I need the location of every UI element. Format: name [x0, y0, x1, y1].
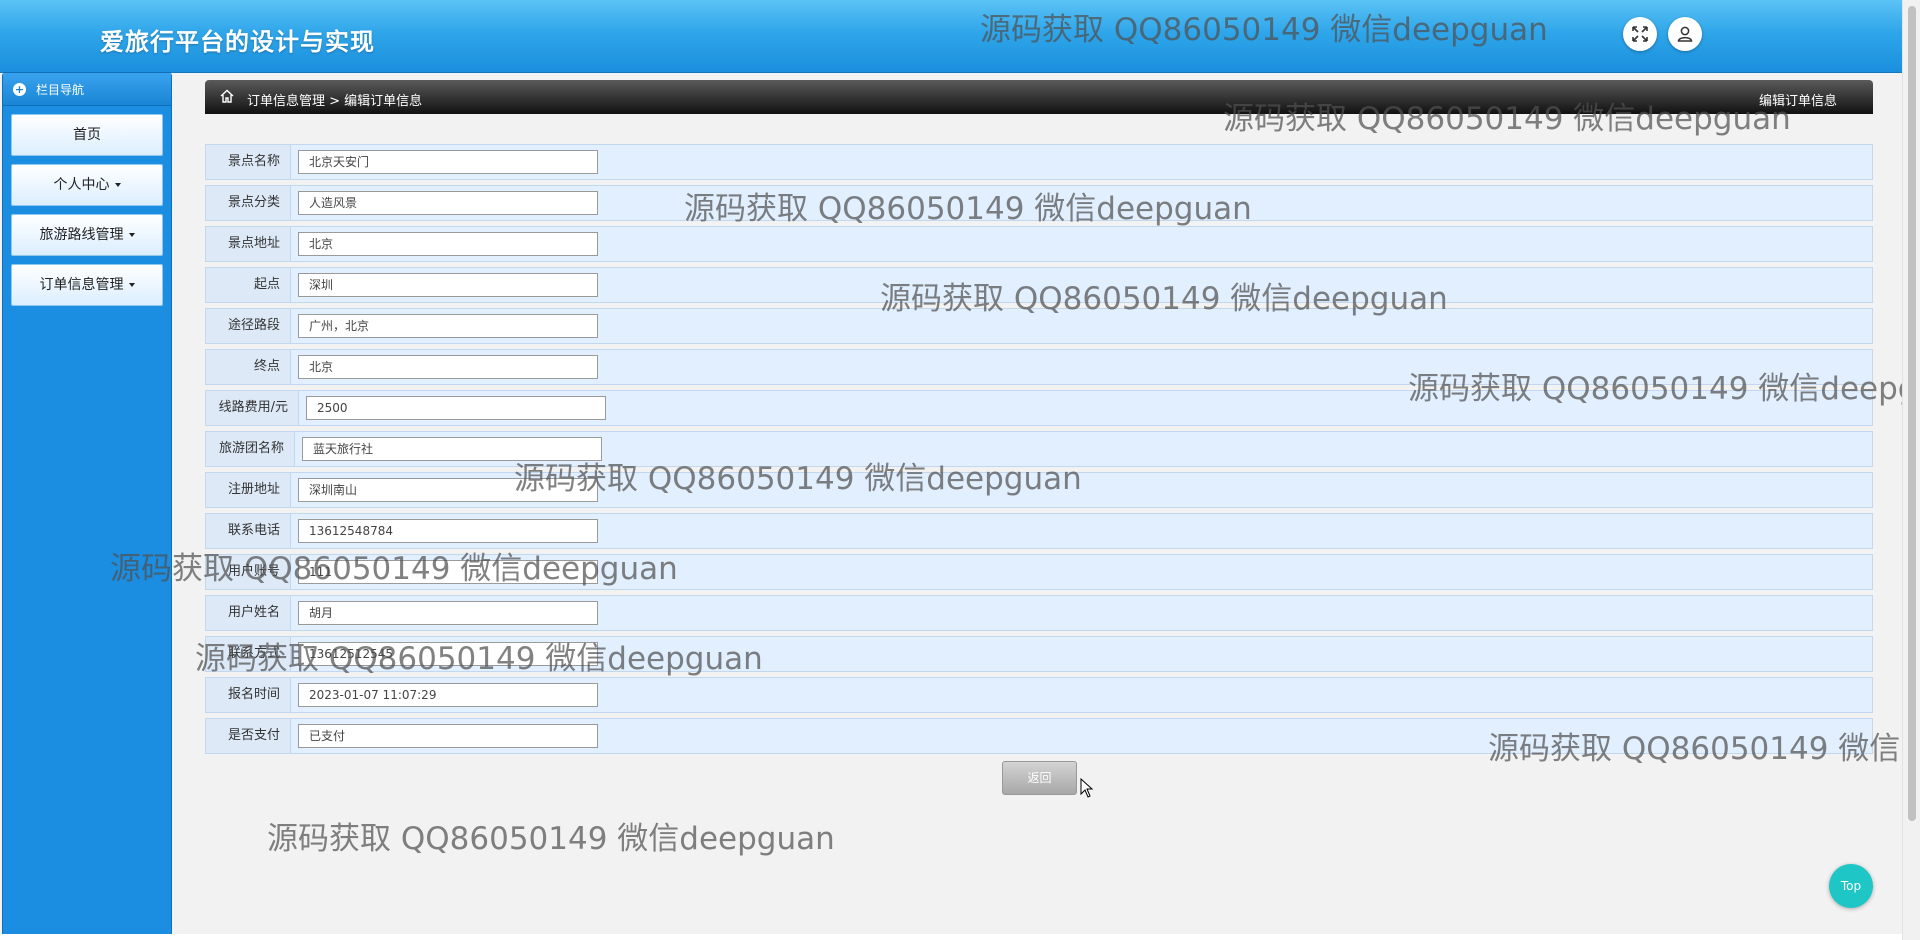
- field-label: 线路费用/元: [206, 391, 299, 425]
- watermark: 源码获取 QQ86050149 微信deepguan: [1223, 101, 1791, 137]
- bottom-edge: [0, 934, 1902, 940]
- app-title: 爱旅行平台的设计与实现: [100, 28, 375, 56]
- scenic-address-field[interactable]: 北京: [298, 232, 598, 256]
- field-label: 景点地址: [206, 227, 291, 261]
- field-label: 是否支付: [206, 719, 291, 753]
- back-to-top-button[interactable]: Top: [1829, 864, 1873, 908]
- sidebar-item-personal-center[interactable]: 个人中心: [11, 164, 163, 206]
- sidebar-header: + 栏目导航: [3, 73, 171, 106]
- field-label: 途径路段: [206, 309, 291, 343]
- field-label: 报名时间: [206, 678, 291, 712]
- user-name-field[interactable]: 胡月: [298, 601, 598, 625]
- watermark: 源码获取 QQ86050149 微信deepguan: [110, 551, 678, 587]
- scenic-category-field[interactable]: 人造风景: [298, 191, 598, 215]
- sidebar-item-home[interactable]: 首页: [11, 114, 163, 156]
- scenic-name-field[interactable]: 北京天安门: [298, 150, 598, 174]
- end-point-field[interactable]: 北京: [298, 355, 598, 379]
- field-label: 用户姓名: [206, 596, 291, 630]
- nav-icon: +: [13, 82, 26, 96]
- top-header: 爱旅行平台的设计与实现: [0, 0, 1902, 73]
- form-row: 景点地址 北京: [205, 226, 1873, 262]
- scrollbar-thumb[interactable]: [1908, 6, 1916, 821]
- via-route-field[interactable]: 广州，北京: [298, 314, 598, 338]
- sidebar-item-label: 个人中心: [53, 177, 110, 193]
- field-label: 景点分类: [206, 186, 291, 220]
- mouse-cursor-icon: [1080, 778, 1094, 798]
- watermark: 源码获取 QQ86050149 微信deepguan: [980, 12, 1548, 48]
- user-icon: [1677, 26, 1693, 42]
- user-button[interactable]: [1668, 17, 1702, 51]
- sidebar-item-route-management[interactable]: 旅游路线管理: [11, 214, 163, 256]
- caret-down-icon: [114, 183, 121, 187]
- page-scrollbar[interactable]: [1902, 0, 1920, 940]
- back-button[interactable]: 返回: [1002, 761, 1077, 795]
- field-label: 终点: [206, 350, 291, 384]
- contact-phone-field[interactable]: 13612548784: [298, 519, 598, 543]
- sidebar-item-label: 旅游路线管理: [39, 227, 124, 243]
- sidebar-item-label: 首页: [73, 127, 101, 143]
- breadcrumb-trail: 订单信息管理 > 编辑订单信息: [247, 94, 423, 109]
- watermark: 源码获取 QQ86050149 微信deepguan: [267, 821, 835, 857]
- sidebar-title: 栏目导航: [36, 82, 85, 97]
- watermark: 源码获取 QQ86050149 微信deepguan: [1488, 731, 1902, 767]
- sidebar-item-order-management[interactable]: 订单信息管理: [11, 264, 163, 306]
- watermark: 源码获取 QQ86050149 微信deepguan: [684, 191, 1252, 227]
- watermark: 源码获取 QQ86050149 微信deepguan: [514, 461, 1082, 497]
- sidebar-item-label: 订单信息管理: [39, 277, 124, 293]
- field-label: 注册地址: [206, 473, 291, 507]
- expand-icon: [1632, 26, 1648, 42]
- form-row: 用户姓名 胡月: [205, 595, 1873, 631]
- sidebar: + 栏目导航 首页 个人中心 旅游路线管理 订单信息管理: [2, 72, 172, 936]
- caret-down-icon: [128, 233, 135, 237]
- start-point-field[interactable]: 深圳: [298, 273, 598, 297]
- route-fee-field[interactable]: 2500: [306, 396, 606, 420]
- fullscreen-button[interactable]: [1623, 17, 1657, 51]
- form-row: 报名时间 2023-01-07 11:07:29: [205, 677, 1873, 713]
- watermark: 源码获取 QQ86050149 微信deepguan: [1408, 371, 1902, 407]
- field-label: 旅游团名称: [206, 432, 295, 466]
- watermark: 源码获取 QQ86050149 微信deepguan: [880, 281, 1448, 317]
- field-label: 起点: [206, 268, 291, 302]
- watermark: 源码获取 QQ86050149 微信deepguan: [195, 641, 763, 677]
- home-icon[interactable]: [219, 88, 235, 104]
- caret-down-icon: [128, 283, 135, 287]
- field-label: 景点名称: [206, 145, 291, 179]
- paid-status-field[interactable]: 已支付: [298, 724, 598, 748]
- form-row: 景点名称 北京天安门: [205, 144, 1873, 180]
- signup-time-field[interactable]: 2023-01-07 11:07:29: [298, 683, 598, 707]
